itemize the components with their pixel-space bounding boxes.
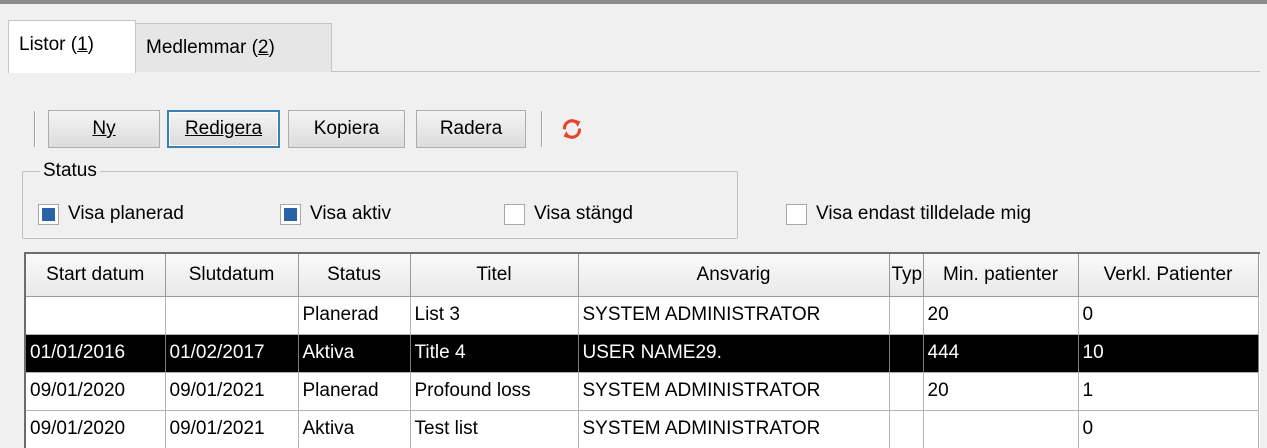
tab-listor-mnemonic: 1 <box>77 34 88 55</box>
cell-owner: SYSTEM ADMINISTRATOR <box>578 372 890 411</box>
column-header-start-date[interactable]: Start datum <box>26 254 166 297</box>
cell-title: List 3 <box>410 296 579 335</box>
new-button[interactable]: Ny <box>48 110 160 148</box>
edit-button-label: Redigera <box>184 118 263 139</box>
cell-start-date: 09/01/2020 <box>26 372 166 411</box>
show-active-checkbox[interactable]: Visa aktiv <box>280 201 391 227</box>
checkbox-box <box>280 203 301 225</box>
column-header-end-date[interactable]: Slutdatum <box>165 254 299 297</box>
cell-owner: SYSTEM ADMINISTRATOR <box>578 410 890 448</box>
cell-status: Aktiva <box>298 410 411 448</box>
cell-actual-patients: 10 <box>1078 334 1259 373</box>
show-closed-checkbox[interactable]: Visa stängd <box>504 201 633 227</box>
cell-min-patients: 20 <box>923 296 1079 335</box>
cell-title: Profound loss <box>410 372 579 411</box>
tab-listor[interactable]: Listor (1) <box>8 20 136 73</box>
cell-end-date: 09/01/2021 <box>165 410 299 448</box>
copy-button-label: Kopiera <box>313 118 380 139</box>
cell-start-date: 09/01/2020 <box>26 410 166 448</box>
edit-button[interactable]: Redigera <box>167 110 280 148</box>
window-top-edge <box>0 0 1267 4</box>
cell-min-patients: 20 <box>923 372 1079 411</box>
column-header-title[interactable]: Titel <box>410 254 579 297</box>
delete-button-label: Radera <box>439 118 503 139</box>
cell-status: Planerad <box>298 372 411 411</box>
copy-button[interactable]: Kopiera <box>288 110 405 148</box>
table-row[interactable]: 09/01/2020 09/01/2021 Aktiva Test list S… <box>26 410 1259 448</box>
cell-type <box>889 334 924 373</box>
refresh-button[interactable] <box>557 111 587 147</box>
cell-type <box>889 372 924 411</box>
checkbox-label: Visa stängd <box>534 203 633 224</box>
cell-type <box>889 410 924 448</box>
show-only-assigned-to-me-checkbox[interactable]: Visa endast tilldelade mig <box>786 201 1031 227</box>
checkbox-label: Visa endast tilldelade mig <box>816 203 1032 224</box>
column-header-actual-patients[interactable]: Verkl. Patienter <box>1078 254 1259 297</box>
cell-actual-patients: 0 <box>1078 410 1259 448</box>
cell-title: Test list <box>410 410 579 448</box>
cell-start-date: 01/01/2016 <box>26 334 166 373</box>
column-header-owner[interactable]: Ansvarig <box>578 254 890 297</box>
column-header-min-patients[interactable]: Min. patienter <box>923 254 1079 297</box>
table-row-selected[interactable]: 01/01/2016 01/02/2017 Aktiva Title 4 USE… <box>26 334 1259 373</box>
checkbox-label: Visa aktiv <box>310 203 391 224</box>
cell-actual-patients: 0 <box>1078 296 1259 335</box>
cell-status: Aktiva <box>298 334 411 373</box>
column-header-type[interactable]: Typ <box>889 254 924 297</box>
checkbox-box <box>786 203 807 225</box>
refresh-icon <box>562 119 582 139</box>
tab-medlemmar[interactable]: Medlemmar (2) <box>136 23 332 72</box>
tab-listor-label: Listor <box>19 34 66 55</box>
cell-min-patients <box>923 410 1079 448</box>
cell-owner: SYSTEM ADMINISTRATOR <box>578 296 890 335</box>
table-row[interactable]: 09/01/2020 09/01/2021 Planerad Profound … <box>26 372 1259 411</box>
tab-bar: Listor (1) Medlemmar (2) <box>8 20 1260 73</box>
toolbar-separator <box>541 111 543 147</box>
cell-title: Title 4 <box>410 334 579 373</box>
checkbox-box <box>504 203 525 225</box>
delete-button[interactable]: Radera <box>416 110 526 148</box>
lists-table: Start datum Slutdatum Status Titel Ansva… <box>24 252 1260 448</box>
column-header-status[interactable]: Status <box>298 254 411 297</box>
show-planned-checkbox[interactable]: Visa planerad <box>38 201 184 227</box>
cell-owner: USER NAME29. <box>578 334 890 373</box>
cell-min-patients: 444 <box>923 334 1079 373</box>
cell-status: Planerad <box>298 296 411 335</box>
status-filter-title: Status <box>40 160 100 182</box>
checkbox-label: Visa planerad <box>68 203 184 224</box>
tab-medlemmar-mnemonic: 2 <box>257 37 269 58</box>
cell-end-date: 09/01/2021 <box>165 372 299 411</box>
checkbox-box <box>38 203 59 225</box>
table-header-row: Start datum Slutdatum Status Titel Ansva… <box>26 254 1259 297</box>
cell-end-date: 01/02/2017 <box>165 334 299 373</box>
new-button-label: Ny <box>92 118 116 139</box>
cell-end-date <box>165 296 299 335</box>
table-row[interactable]: Planerad List 3 SYSTEM ADMINISTRATOR 20 … <box>26 296 1259 335</box>
cell-actual-patients: 1 <box>1078 372 1259 411</box>
cell-start-date <box>26 296 166 335</box>
cell-type <box>889 296 924 335</box>
tab-medlemmar-label: Medlemmar <box>146 37 247 58</box>
toolbar-separator <box>34 111 36 147</box>
